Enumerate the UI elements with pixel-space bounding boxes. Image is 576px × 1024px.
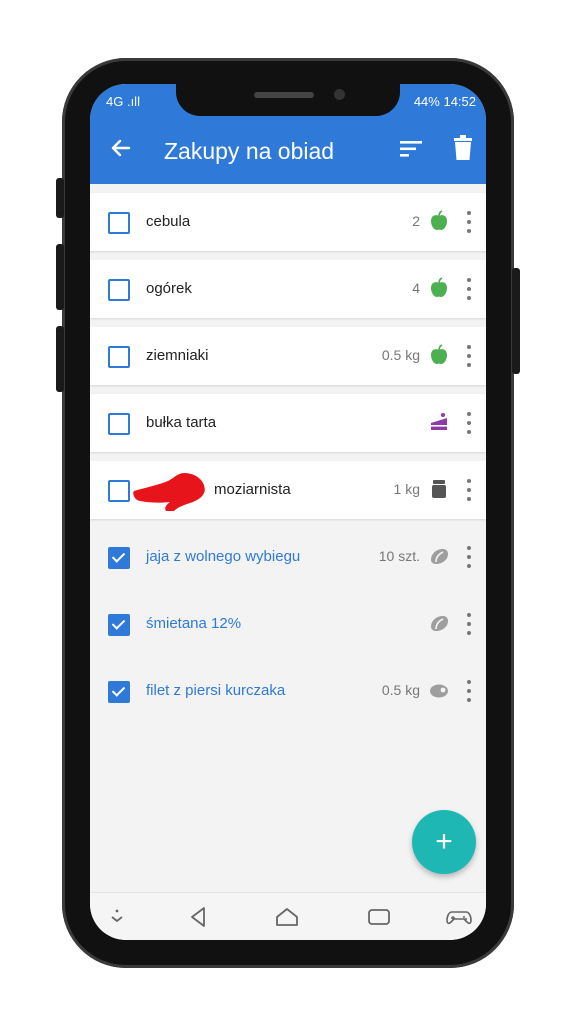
item-checkbox-checked[interactable] [108,681,130,703]
apple-icon [431,210,447,230]
list-item[interactable]: ogórek 4 [90,260,486,318]
item-name: filet z piersi kurczaka [146,682,286,699]
status-left: 4G .ıll [106,94,140,109]
volume-up-button [56,244,64,310]
apple-icon [431,344,447,364]
camera [334,89,345,100]
item-checkbox[interactable] [108,212,130,234]
speaker [254,92,314,98]
item-checkbox[interactable] [108,279,130,301]
item-checkbox[interactable] [108,413,130,435]
item-quantity: 0.5 kg [381,347,420,363]
more-vert-icon[interactable] [466,479,472,501]
power-button [512,268,520,374]
dairy-icon [431,549,448,564]
more-vert-icon[interactable] [466,211,472,233]
item-name: bułka tarta [146,414,217,431]
trash-icon[interactable] [450,134,480,164]
item-quantity: 1 kg [393,481,420,497]
camera-notch [176,84,400,116]
more-vert-icon[interactable] [466,613,472,635]
screen: 4G .ıll 44% 14:52 Zakupy na obiad cebula… [90,84,486,940]
app-bar: Zakupy na obiad [90,118,486,184]
recents-nav-icon[interactable] [366,905,392,929]
list-item[interactable]: cebula 2 [90,193,486,251]
status-right: 44% 14:52 [413,94,476,109]
system-nav-bar [90,892,486,940]
list-item[interactable]: śmietana 12% [90,595,486,653]
dairy-icon [431,616,448,631]
more-vert-icon[interactable] [466,546,472,568]
meat-icon [430,684,448,698]
add-item-button[interactable]: + [412,810,476,874]
more-vert-icon[interactable] [466,680,472,702]
back-nav-icon[interactable] [186,905,212,929]
item-checkbox[interactable] [108,346,130,368]
jar-icon [432,480,446,498]
list-item[interactable]: filet z piersi kurczaka 0.5 kg [90,662,486,720]
sort-icon[interactable] [398,136,428,166]
item-quantity: 10 szt. [378,548,420,564]
side-button [56,178,64,218]
volume-down-button [56,326,64,392]
item-name: ogórek [146,280,192,297]
item-name: moziarnista [214,481,291,498]
item-name: śmietana 12% [146,615,242,632]
more-vert-icon[interactable] [466,345,472,367]
item-name: cebula [146,213,191,230]
back-arrow-icon[interactable] [104,134,138,168]
item-quantity: 4 [412,280,420,296]
item-name: jaja z wolnego wybiegu [146,548,301,565]
item-checkbox-checked[interactable] [108,614,130,636]
list-item[interactable]: jaja z wolnego wybiegu 10 szt. [90,528,486,586]
item-checkbox-checked[interactable] [108,547,130,569]
game-controller-icon[interactable] [446,905,472,929]
list-item[interactable]: ziemniaki 0.5 kg [90,327,486,385]
item-name: ziemniaki [146,347,209,364]
page-title: Zakupy na obiad [164,138,335,164]
home-nav-icon[interactable] [274,905,300,929]
shopping-list: cebula 2 ogórek 4 ziemniaki 0.5 kg bułka… [90,184,486,720]
hide-nav-icon[interactable] [104,905,130,929]
item-quantity: 2 [412,213,420,229]
item-quantity: 0.5 kg [381,682,420,698]
item-checkbox[interactable] [108,480,130,502]
more-vert-icon[interactable] [466,278,472,300]
list-item[interactable]: moziarnista 1 kg [90,461,486,519]
apple-icon [431,277,447,297]
more-vert-icon[interactable] [466,412,472,434]
cake-icon [431,413,447,430]
pointing-hand-icon [133,473,205,511]
list-item[interactable]: bułka tarta [90,394,486,452]
